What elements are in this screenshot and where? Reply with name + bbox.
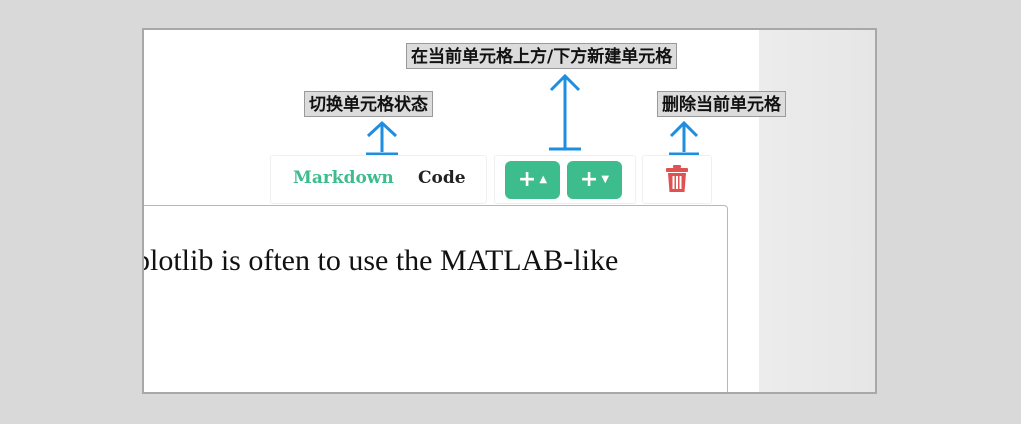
trash-icon [666, 165, 688, 192]
caret-up-icon: ▲ [539, 174, 548, 185]
markdown-toggle[interactable]: Markdown [293, 168, 394, 188]
code-toggle[interactable]: Code [418, 168, 466, 188]
toggle-cell-callout: 切换单元格状态 [304, 91, 433, 117]
delete-cell-button[interactable] [642, 155, 712, 204]
insert-cell-callout: 在当前单元格上方/下方新建单元格 [406, 43, 678, 69]
right-shade [759, 30, 875, 392]
plus-icon: + [579, 167, 599, 192]
cell-type-toggle: Markdown Code [270, 155, 487, 204]
add-cell-below-button[interactable]: + ▼ [567, 161, 622, 199]
delete-cell-callout: 删除当前单元格 [657, 91, 786, 117]
cell-editor[interactable]: plotlib is often to use the MATLAB-like [142, 205, 728, 392]
caret-down-icon: ▼ [601, 174, 610, 185]
editor-text: plotlib is often to use the MATLAB-like [142, 244, 619, 277]
notebook-frame: 在当前单元格上方/下方新建单元格 切换单元格状态 删除当前单元格 Markdow… [142, 28, 877, 394]
toggle-arrow-icon [366, 120, 398, 156]
plus-icon: + [517, 167, 537, 192]
add-cell-group: + ▲ + ▼ [494, 155, 636, 204]
insert-arrow-icon [549, 73, 581, 151]
delete-arrow-icon [669, 120, 699, 156]
add-cell-above-button[interactable]: + ▲ [505, 161, 560, 199]
